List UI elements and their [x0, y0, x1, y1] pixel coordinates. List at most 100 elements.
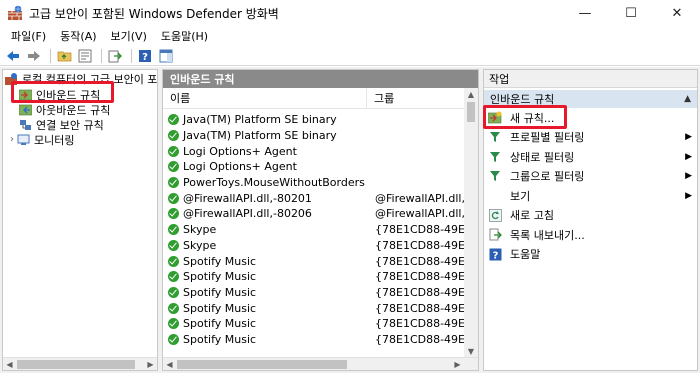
tree-item-monitoring[interactable]: › 모니터링: [7, 132, 74, 147]
rule-name-cell: PowerToys.MouseWithoutBorders: [163, 176, 367, 189]
main-content: 로컬 컴퓨터의 고급 보안이 포함 인바운드 규칙 아웃바운드 규칙 연결 보안…: [0, 67, 700, 373]
rule-name-cell: Spotify Music: [163, 302, 367, 315]
action-item[interactable]: 상태로 필터링 ▶: [484, 147, 697, 167]
table-row[interactable]: Logi Options+ Agent: [163, 159, 466, 175]
help-icon: ?: [488, 247, 502, 261]
action-label: 새로 고침: [510, 209, 554, 223]
chevron-right-icon[interactable]: ›: [7, 134, 17, 145]
table-row[interactable]: PowerToys.MouseWithoutBorders: [163, 175, 466, 191]
scrollbar-thumb[interactable]: [467, 102, 475, 122]
table-row[interactable]: Logi Options+ Agent: [163, 143, 466, 159]
rule-name: Logi Options+ Agent: [183, 144, 297, 158]
action-item[interactable]: 그룹으로 필터링 ▶: [484, 167, 697, 187]
toolbar-separator: [131, 48, 132, 63]
refresh-icon: [488, 208, 502, 222]
enabled-check-icon: [168, 114, 179, 126]
table-row[interactable]: Skype {78E1CD88-49E3-47: [163, 238, 466, 254]
table-row[interactable]: @FirewallAPI.dll,-80206 @FirewallAPI.dll,…: [163, 206, 466, 222]
table-row[interactable]: Spotify Music {78E1CD88-49E3-47: [163, 285, 466, 301]
enabled-check-icon: [168, 208, 179, 220]
scrollbar-thumb[interactable]: [177, 360, 347, 369]
enabled-check-icon: [168, 302, 179, 314]
table-row[interactable]: Java(TM) Platform SE binary: [163, 112, 466, 128]
rule-name: Logi Options+ Agent: [183, 160, 297, 174]
action-item[interactable]: 프로필별 필터링 ▶: [484, 128, 697, 148]
rule-name: Java(TM) Platform SE binary: [183, 129, 337, 143]
menu-action[interactable]: 동작(A): [53, 28, 103, 44]
rule-name: Spotify Music: [183, 301, 257, 315]
firewall-app-icon: [7, 5, 23, 21]
action-label: 상태로 필터링: [510, 150, 575, 164]
enabled-check-icon: [168, 177, 179, 189]
maximize-button[interactable]: ☐: [608, 0, 654, 26]
actions-list: 새 규칙... 프로필별 필터링 ▶ 상태로 필터링 ▶ 그룹으로 필터링 ▶ 보기 ▶ 새로 고…: [484, 108, 697, 264]
rule-name-cell: Spotify Music: [163, 286, 367, 299]
blank-icon: [488, 189, 502, 203]
export-icon[interactable]: [106, 48, 124, 64]
rule-name-cell: Java(TM) Platform SE binary: [163, 129, 367, 142]
toolbar-separator: [101, 48, 102, 63]
scrollbar-thumb[interactable]: [17, 360, 135, 369]
rules-vertical-scrollbar[interactable]: ▲ ▼: [464, 88, 478, 358]
table-row[interactable]: Spotify Music {78E1CD88-49E3-47: [163, 316, 466, 332]
action-item[interactable]: 보기 ▶: [484, 186, 697, 206]
table-row[interactable]: Spotify Music {78E1CD88-49E3-47: [163, 253, 466, 269]
column-header-name[interactable]: 이름: [163, 88, 367, 108]
rule-name: Skype: [183, 223, 217, 237]
scroll-left-icon[interactable]: ◀: [3, 358, 16, 370]
properties-icon[interactable]: [76, 48, 94, 64]
scroll-right-icon[interactable]: ▶: [451, 358, 464, 370]
scroll-left-icon[interactable]: ◀: [163, 358, 176, 370]
table-row[interactable]: Spotify Music {78E1CD88-49E3-47: [163, 269, 466, 285]
action-item[interactable]: 목록 내보내기...: [484, 225, 697, 245]
rule-group: {78E1CD88-49E3-47: [375, 332, 466, 346]
tree-horizontal-scrollbar[interactable]: ◀ ▶: [3, 357, 157, 370]
forward-arrow-icon[interactable]: [25, 48, 43, 64]
action-item[interactable]: ? 도움말: [484, 245, 697, 265]
rule-name: Spotify Music: [183, 270, 257, 284]
rule-name-cell: Spotify Music: [163, 255, 367, 268]
menu-help[interactable]: 도움말(H): [154, 28, 215, 44]
action-label: 그룹으로 필터링: [510, 170, 585, 184]
action-item[interactable]: 새로 고침: [484, 206, 697, 226]
column-header-group[interactable]: 그룹: [367, 88, 394, 108]
rules-pane-header: 인바운드 규칙: [163, 70, 478, 88]
table-row[interactable]: Spotify Music {78E1CD88-49E3-47: [163, 332, 466, 348]
show-pane-icon[interactable]: [157, 48, 175, 64]
filter-icon: [488, 169, 502, 183]
filter-icon: [488, 150, 502, 164]
folder-up-icon[interactable]: [55, 48, 73, 64]
scroll-up-icon[interactable]: ▲: [464, 88, 478, 101]
tree-item-label: 연결 보안 규칙: [36, 118, 104, 132]
tree-item-outbound-rules[interactable]: 아웃바운드 규칙: [18, 102, 110, 117]
close-button[interactable]: ✕: [654, 0, 700, 26]
table-row[interactable]: Spotify Music {78E1CD88-49E3-47: [163, 300, 466, 316]
enabled-check-icon: [168, 255, 179, 267]
menu-view[interactable]: 보기(V): [104, 28, 154, 44]
collapse-up-icon[interactable]: ▲: [684, 94, 691, 104]
rule-group: {78E1CD88-49E3-47: [375, 238, 466, 252]
minimize-button[interactable]: —: [562, 0, 608, 26]
help-icon[interactable]: ?: [136, 48, 154, 64]
rule-name: Java(TM) Platform SE binary: [183, 113, 337, 127]
monitoring-icon: [17, 134, 30, 146]
tree-item-label: 모니터링: [34, 133, 75, 147]
rule-name-cell: Logi Options+ Agent: [163, 145, 367, 158]
action-label: 목록 내보내기...: [510, 228, 585, 242]
table-row[interactable]: Skype {78E1CD88-49E3-47: [163, 222, 466, 238]
enabled-check-icon: [168, 130, 179, 142]
table-row[interactable]: Java(TM) Platform SE binary: [163, 128, 466, 144]
rule-name-cell: Spotify Music: [163, 317, 367, 330]
scroll-right-icon[interactable]: ▶: [144, 358, 157, 370]
menu-file[interactable]: 파일(F): [4, 28, 53, 44]
back-arrow-icon[interactable]: [4, 48, 22, 64]
tree-item-connection-security-rules[interactable]: 연결 보안 규칙: [19, 117, 104, 132]
rule-name: @FirewallAPI.dll,-80201: [183, 191, 312, 205]
enabled-check-icon: [168, 333, 179, 345]
enabled-check-icon: [168, 161, 179, 173]
rules-horizontal-scrollbar[interactable]: ◀ ▶: [163, 357, 478, 370]
highlight-box-new-rule: [483, 105, 567, 129]
svg-text:?: ?: [492, 250, 498, 261]
table-row[interactable]: @FirewallAPI.dll,-80201 @FirewallAPI.dll,…: [163, 190, 466, 206]
rule-name: Spotify Music: [183, 254, 257, 268]
